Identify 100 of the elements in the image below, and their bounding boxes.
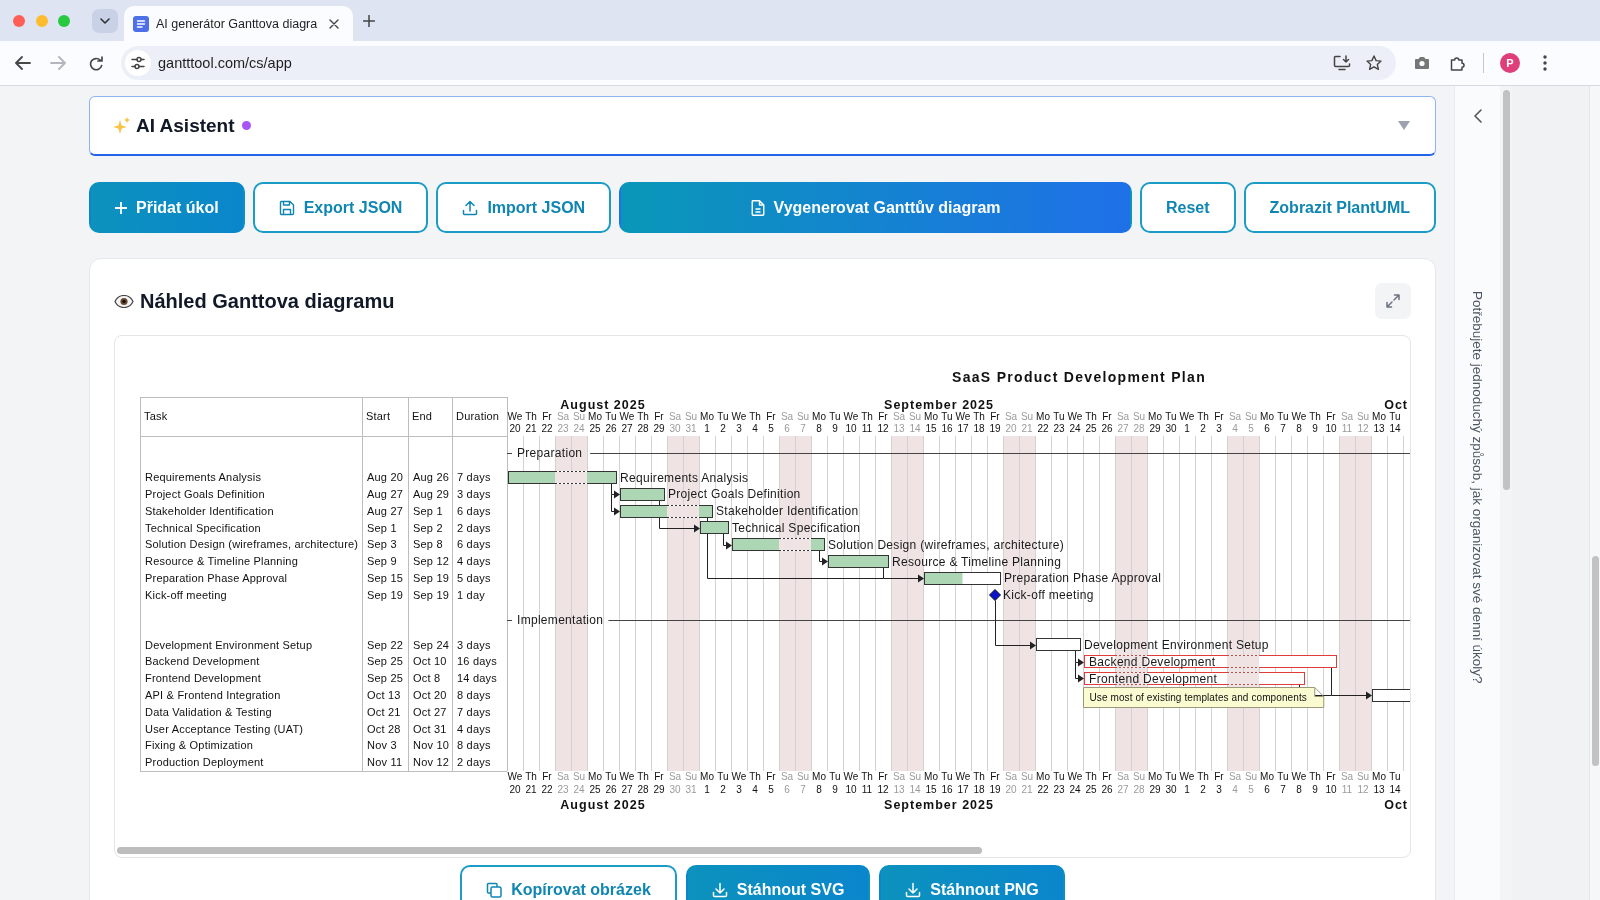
weekday-label: Fr <box>878 410 888 422</box>
weekday-label: Mo <box>1372 771 1386 782</box>
generate-diagram-button[interactable]: Vygenerovat Ganttův diagram <box>619 182 1132 233</box>
weekday-label: Sa <box>1004 410 1018 422</box>
close-icon[interactable] <box>329 18 340 29</box>
weekday-label: Mo <box>812 410 826 422</box>
address-field[interactable]: gantttool.com/cs/app <box>121 46 1396 80</box>
table-cell: 2 days <box>457 756 491 769</box>
show-plantuml-button[interactable]: Zobrazit PlantUML <box>1243 182 1436 233</box>
back-icon[interactable] <box>15 56 31 70</box>
weekday-label: We <box>843 410 859 422</box>
date-label: 19 <box>989 423 1001 434</box>
date-label: 21 <box>1021 423 1033 434</box>
date-label: 31 <box>685 423 697 434</box>
date-label: 11 <box>1341 423 1353 434</box>
month-label: August 2025 <box>560 397 646 412</box>
chevron-down-icon[interactable] <box>100 17 110 24</box>
date-label: 25 <box>589 423 601 434</box>
date-label: 9 <box>1312 423 1318 434</box>
add-task-button[interactable]: Přidat úkol <box>89 182 245 233</box>
expand-button[interactable] <box>1375 283 1411 319</box>
browser-tab[interactable]: AI generátor Ganttova diagra <box>124 6 354 41</box>
scrollbar-thumb[interactable] <box>1503 90 1510 490</box>
date-label: 1 <box>704 423 710 434</box>
weekday-label: Fr <box>1214 771 1224 782</box>
note-text: Use most of existing templates and components <box>1089 692 1307 703</box>
date-label: 13 <box>893 423 905 434</box>
profile-avatar[interactable]: P <box>1500 53 1520 73</box>
date-label: 18 <box>973 423 985 434</box>
weekday-label: Sa <box>1116 410 1130 422</box>
reset-button[interactable]: Reset <box>1140 182 1236 233</box>
new-tab-icon[interactable] <box>363 14 376 27</box>
site-settings-icon[interactable] <box>125 50 151 76</box>
date-label: 19 <box>989 783 1001 795</box>
weekday-label: We <box>1291 410 1307 422</box>
date-label: 25 <box>1085 783 1097 795</box>
import-json-button[interactable]: Import JSON <box>436 182 612 233</box>
date-label: 7 <box>1280 783 1286 795</box>
date-label: 16 <box>941 423 953 434</box>
table-cell: Nov 12 <box>413 756 450 769</box>
table-cell: Data Validation & Testing <box>145 705 272 718</box>
task-label: Development Environment Setup <box>1084 638 1269 652</box>
date-label: 22 <box>1037 423 1049 434</box>
weekday-label: Fr <box>1326 410 1336 422</box>
weekday-label: Tu <box>1053 410 1065 422</box>
milestone-label: Kick-off meeting <box>1003 588 1094 603</box>
date-label: 12 <box>877 423 889 434</box>
weekday-label: We <box>1067 410 1083 422</box>
date-label: 11 <box>861 783 873 795</box>
download-button[interactable]: Stáhnout PNG <box>879 865 1065 900</box>
task-label: Technical Specification <box>732 521 861 535</box>
weekday-label: Fr <box>766 410 776 422</box>
weekday-label: Fr <box>542 771 552 782</box>
reload-icon[interactable] <box>89 55 104 71</box>
table-cell: 3 days <box>457 488 491 500</box>
task-label: Frontend Development <box>1089 671 1218 686</box>
download-button[interactable]: Stáhnout SVG <box>685 865 871 900</box>
table-cell: Solution Design (wireframes, architecture) <box>145 538 359 551</box>
copy-image-button[interactable]: Kopírovat obrázek <box>460 865 677 900</box>
weekday-label: Su <box>1244 771 1258 782</box>
date-label: 6 <box>1264 783 1270 795</box>
table-cell: 4 days <box>457 555 491 568</box>
puzzle-icon[interactable] <box>1450 55 1466 71</box>
scrollbar-thumb[interactable] <box>1592 556 1599 766</box>
date-label: 17 <box>957 783 969 795</box>
column-header: Start <box>366 410 391 422</box>
export-json-button[interactable]: Export JSON <box>252 182 429 233</box>
weekday-label: Th <box>973 410 985 422</box>
install-icon[interactable] <box>1333 55 1351 71</box>
weekday-label: Sa <box>1228 771 1242 782</box>
weekday-label: Th <box>861 410 873 422</box>
weekday-label: Th <box>525 771 537 782</box>
chart-title: SaaS Product Development Plan <box>952 369 1206 385</box>
weekday-label: Tu <box>1389 410 1401 422</box>
date-label: 29 <box>653 423 665 434</box>
star-icon[interactable] <box>1366 55 1382 71</box>
plus-icon <box>115 201 127 214</box>
weekday-label: We <box>955 771 971 782</box>
camera-icon[interactable] <box>1414 56 1430 70</box>
tab-search-button[interactable] <box>92 8 118 33</box>
date-label: 22 <box>541 423 553 434</box>
table-cell: Oct 8 <box>413 672 441 685</box>
date-label: 24 <box>573 783 585 795</box>
eye-icon <box>114 294 134 308</box>
table-cell: Sep 3 <box>367 538 397 551</box>
table-cell: Sep 24 <box>413 638 450 651</box>
date-label: 3 <box>736 783 742 795</box>
chevron-left-icon[interactable] <box>1473 109 1482 123</box>
weekday-label: Tu <box>605 410 617 422</box>
table-cell: Oct 20 <box>413 689 447 701</box>
date-label: 27 <box>1117 783 1129 795</box>
more-menu-icon[interactable] <box>1543 55 1547 71</box>
weekday-label: Th <box>973 771 985 782</box>
date-label: 4 <box>1232 423 1238 434</box>
assistant-panel[interactable]: AI Asistent <box>89 96 1436 156</box>
month-label: August 2025 <box>560 797 646 812</box>
date-label: 30 <box>1165 783 1177 795</box>
weekday-label: We <box>1179 410 1195 422</box>
weekday-label: Th <box>637 771 649 782</box>
scrollbar-thumb[interactable] <box>117 847 982 854</box>
